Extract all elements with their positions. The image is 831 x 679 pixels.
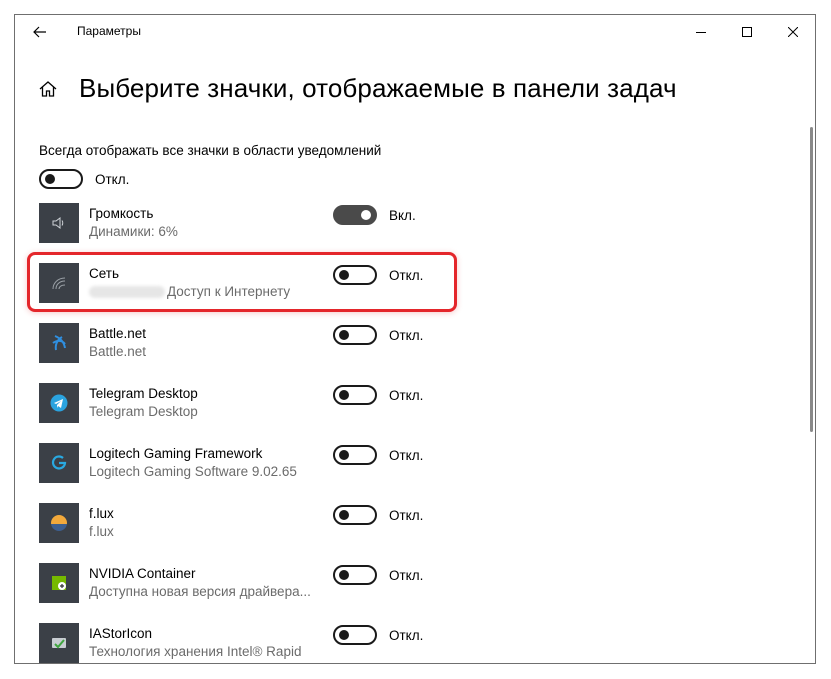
app-subtitle: f.lux xyxy=(89,524,114,539)
intel-storage-icon xyxy=(52,638,66,649)
back-button[interactable] xyxy=(28,22,52,42)
home-button[interactable] xyxy=(37,78,59,100)
app-icon-iastor xyxy=(39,623,79,663)
app-icon-volume xyxy=(39,203,79,243)
app-subtitle: Технология хранения Intel® Rapid xyxy=(89,644,302,659)
battlenet-icon xyxy=(52,335,66,351)
toggle-logitech[interactable] xyxy=(333,445,377,465)
home-icon xyxy=(39,80,57,97)
settings-window: Параметры Выберите значки, отображаемые … xyxy=(14,14,816,664)
app-icon-flux xyxy=(39,503,79,543)
scrollbar[interactable] xyxy=(810,127,813,432)
minimize-icon xyxy=(696,32,706,33)
telegram-icon xyxy=(50,394,68,412)
speaker-icon xyxy=(52,217,64,229)
toggle-state: Откл. xyxy=(389,568,424,583)
app-name: Громкость xyxy=(89,206,154,221)
page-header: Выберите значки, отображаемые в панели з… xyxy=(37,73,677,104)
app-icon-battlenet xyxy=(39,323,79,363)
app-name: Logitech Gaming Framework xyxy=(89,446,263,461)
always-show-label: Всегда отображать все значки в области у… xyxy=(39,143,382,158)
app-icon-nvidia xyxy=(39,563,79,603)
toggle-state: Откл. xyxy=(389,328,424,343)
close-icon xyxy=(788,27,798,37)
app-name: NVIDIA Container xyxy=(89,566,196,581)
app-icon-logitech xyxy=(39,443,79,483)
page-title: Выберите значки, отображаемые в панели з… xyxy=(79,73,677,103)
app-name: f.lux xyxy=(89,506,114,521)
back-arrow-icon xyxy=(33,26,46,38)
app-name: Telegram Desktop xyxy=(89,386,198,401)
toggle-flux[interactable] xyxy=(333,505,377,525)
title-bar: Параметры xyxy=(15,15,815,49)
toggle-state: Откл. xyxy=(389,388,424,403)
logitech-icon xyxy=(51,455,67,470)
toggle-nvidia[interactable] xyxy=(333,565,377,585)
always-show-toggle[interactable] xyxy=(39,169,83,189)
toggle-battlenet[interactable] xyxy=(333,325,377,345)
toggle-state: Откл. xyxy=(389,448,424,463)
maximize-icon xyxy=(742,27,752,37)
toggle-state: Вкл. xyxy=(389,208,416,223)
app-name: IAStorIcon xyxy=(89,626,153,641)
window-title: Параметры xyxy=(77,24,141,38)
app-subtitle: Logitech Gaming Software 9.02.65 xyxy=(89,464,297,479)
toggle-telegram[interactable] xyxy=(333,385,377,405)
minimize-button[interactable] xyxy=(678,19,724,45)
app-icon-telegram xyxy=(39,383,79,423)
close-button[interactable] xyxy=(770,19,815,45)
toggle-volume[interactable] xyxy=(333,205,377,225)
app-subtitle: Динамики: 6% xyxy=(89,224,178,239)
toggle-state: Откл. xyxy=(389,628,424,643)
app-subtitle: Battle.net xyxy=(89,344,147,359)
nvidia-icon xyxy=(52,576,66,590)
app-subtitle: Доступна новая версия драйвера... xyxy=(89,584,311,599)
toggle-state: Откл. xyxy=(389,508,424,523)
app-subtitle: Telegram Desktop xyxy=(89,404,198,419)
toggle-iastor[interactable] xyxy=(333,625,377,645)
maximize-button[interactable] xyxy=(724,19,770,45)
always-show-state: Откл. xyxy=(95,172,130,187)
app-name: Battle.net xyxy=(89,326,147,341)
highlight-frame xyxy=(27,252,457,312)
flux-icon xyxy=(51,515,67,531)
